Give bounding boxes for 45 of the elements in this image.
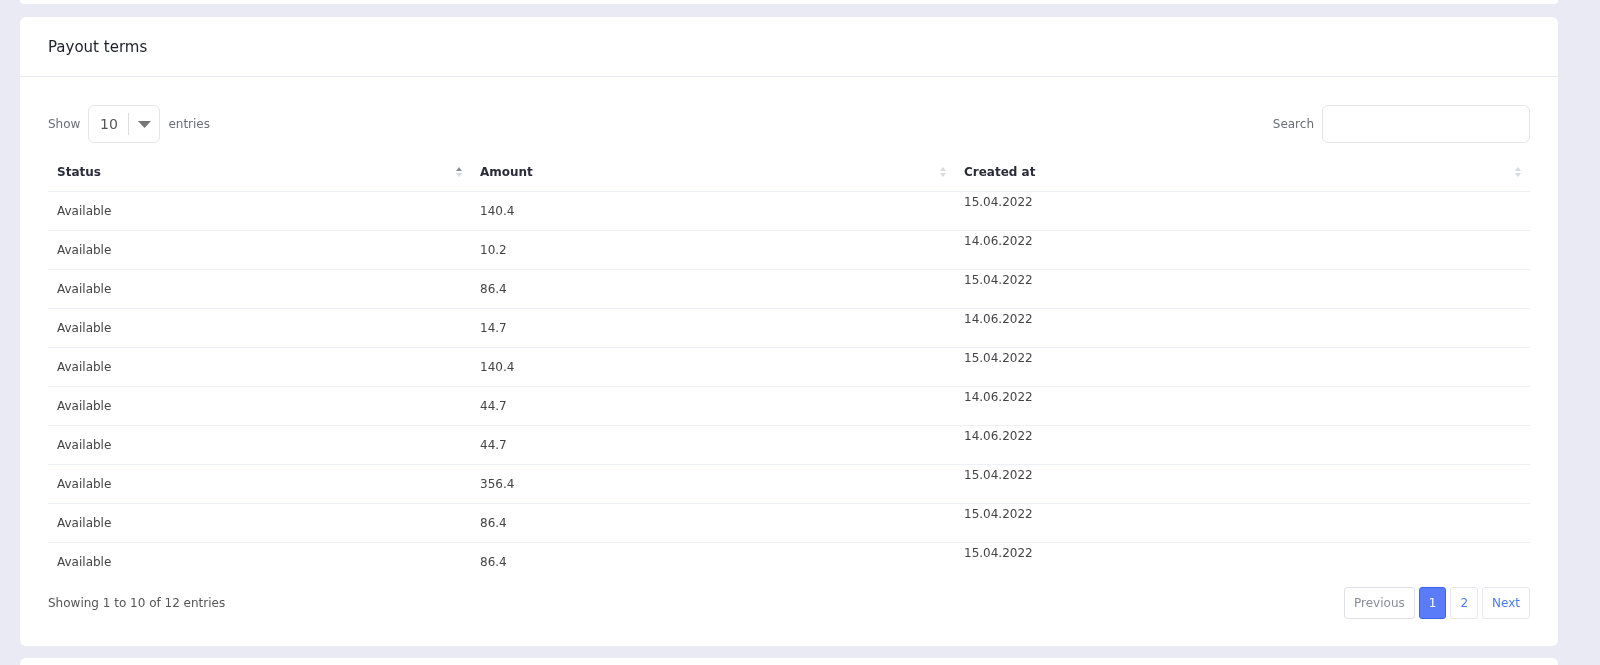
- table-cell: 14.06.2022: [955, 425, 1530, 465]
- table-cell: 14.06.2022: [955, 386, 1530, 426]
- table-cell: 140.4: [471, 347, 955, 387]
- column-header[interactable]: Status: [48, 153, 471, 192]
- table-cell: 14.06.2022: [955, 230, 1530, 270]
- table-cell: Available: [48, 386, 471, 426]
- show-label: Show: [48, 117, 81, 131]
- table-cell: Available: [48, 347, 471, 387]
- entries-dropdown[interactable]: 10: [88, 105, 161, 143]
- table-cell: 86.4: [471, 542, 955, 581]
- entries-info: Showing 1 to 10 of 12 entries: [48, 596, 226, 610]
- table-cell: 14.06.2022: [955, 308, 1530, 348]
- search-field[interactable]: [1322, 105, 1530, 143]
- table-cell: 15.04.2022: [955, 269, 1530, 309]
- table-cell: 15.04.2022: [955, 503, 1530, 543]
- table-cell: Available: [48, 464, 471, 504]
- table-cell: Available: [48, 269, 471, 309]
- search-label: Search: [1272, 117, 1314, 131]
- table-cell: 86.4: [471, 503, 955, 543]
- table-cell: Available: [48, 425, 471, 465]
- table-cell: Available: [48, 308, 471, 348]
- card-title: Payout terms: [48, 37, 148, 56]
- table-cell: 14.7: [471, 308, 955, 348]
- previous-button[interactable]: Previous: [1344, 587, 1415, 619]
- column-header[interactable]: Created at: [955, 153, 1530, 192]
- table-cell: 140.4: [471, 191, 955, 231]
- entries-label: entries: [168, 117, 210, 131]
- page-button[interactable]: 1: [1418, 587, 1447, 619]
- table-cell: Available: [48, 230, 471, 270]
- table-cell: 15.04.2022: [955, 542, 1530, 581]
- table-cell: 44.7: [471, 386, 955, 426]
- table-cell: 15.04.2022: [955, 347, 1530, 387]
- table-cell: 10.2: [471, 230, 955, 270]
- column-header[interactable]: Amount: [471, 153, 955, 192]
- table-cell: 15.04.2022: [955, 464, 1530, 504]
- table-cell: Available: [48, 542, 471, 581]
- table-cell: 15.04.2022: [955, 191, 1530, 231]
- table-cell: 86.4: [471, 269, 955, 309]
- next-button[interactable]: Next: [1482, 587, 1530, 619]
- page-button[interactable]: 2: [1450, 587, 1479, 619]
- table-cell: 44.7: [471, 425, 955, 465]
- table-cell: 356.4: [471, 464, 955, 504]
- table-cell: Available: [48, 191, 471, 231]
- caret-icon: [138, 120, 152, 128]
- table-cell: Available: [48, 503, 471, 543]
